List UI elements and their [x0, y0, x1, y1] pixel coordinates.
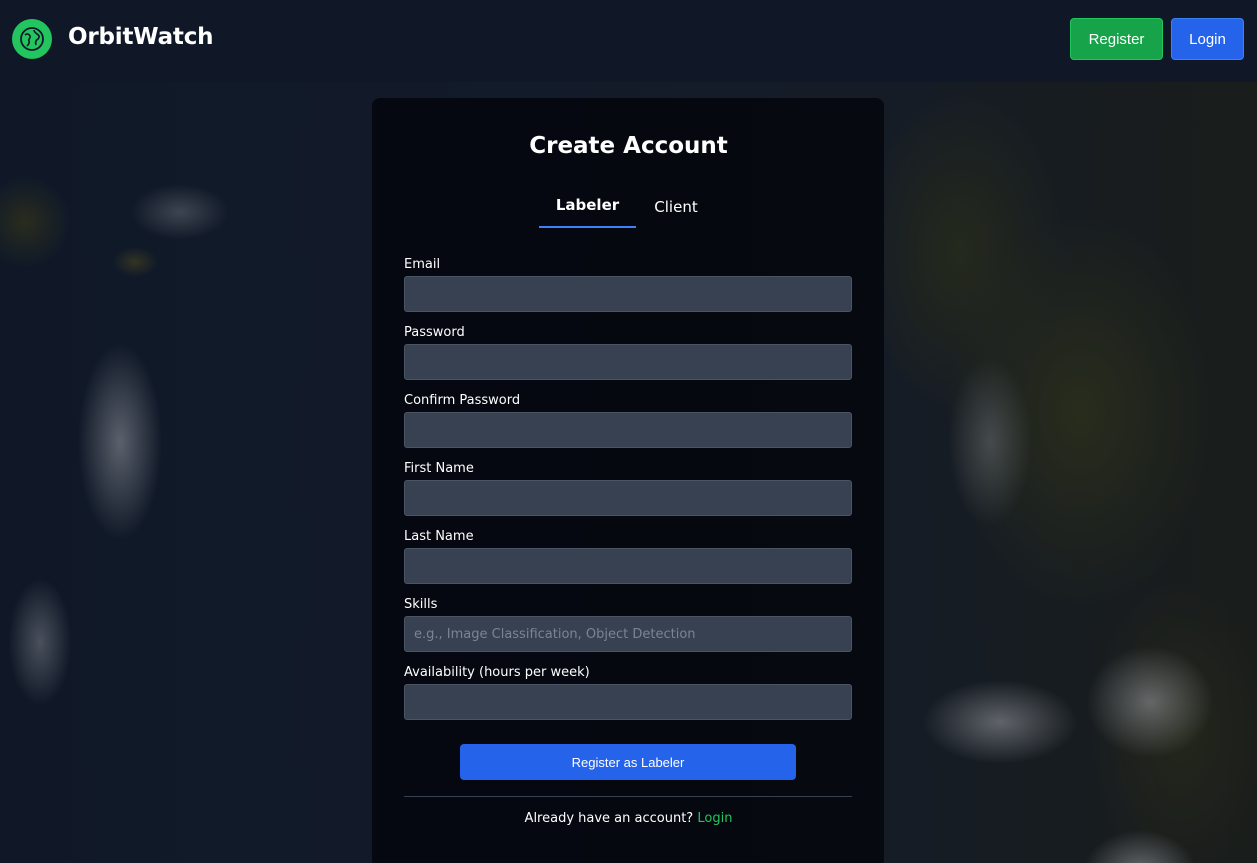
nav-register-button[interactable]: Register [1070, 18, 1163, 60]
tab-client[interactable]: Client [640, 198, 712, 230]
first-name-label: First Name [404, 461, 474, 476]
skills-field[interactable] [404, 616, 852, 652]
skills-label: Skills [404, 597, 438, 612]
tab-labeler[interactable]: Labeler [539, 196, 636, 228]
register-as-labeler-button[interactable]: Register as Labeler [460, 744, 796, 780]
email-field[interactable] [404, 276, 852, 312]
login-link[interactable]: Login [697, 811, 732, 826]
login-prompt-text: Already have an account? [524, 811, 694, 826]
divider [404, 796, 852, 797]
availability-field[interactable] [404, 684, 852, 720]
page-title: Create Account [529, 133, 728, 159]
confirm-password-field[interactable] [404, 412, 852, 448]
confirm-password-label: Confirm Password [404, 393, 521, 408]
last-name-field[interactable] [404, 548, 852, 584]
email-label: Email [404, 257, 441, 272]
first-name-field[interactable] [404, 480, 852, 516]
password-label: Password [404, 325, 465, 340]
globe-icon[interactable] [12, 19, 52, 59]
last-name-label: Last Name [404, 529, 474, 544]
page: OrbitWatch Register Login Create Account… [0, 0, 1257, 863]
top-navbar: OrbitWatch Register Login [0, 0, 1257, 82]
availability-label: Availability (hours per week) [404, 665, 590, 680]
password-field[interactable] [404, 344, 852, 380]
login-prompt: Already have an account? Login [0, 811, 1257, 826]
brand-name[interactable]: OrbitWatch [68, 24, 214, 50]
nav-login-button[interactable]: Login [1171, 18, 1244, 60]
